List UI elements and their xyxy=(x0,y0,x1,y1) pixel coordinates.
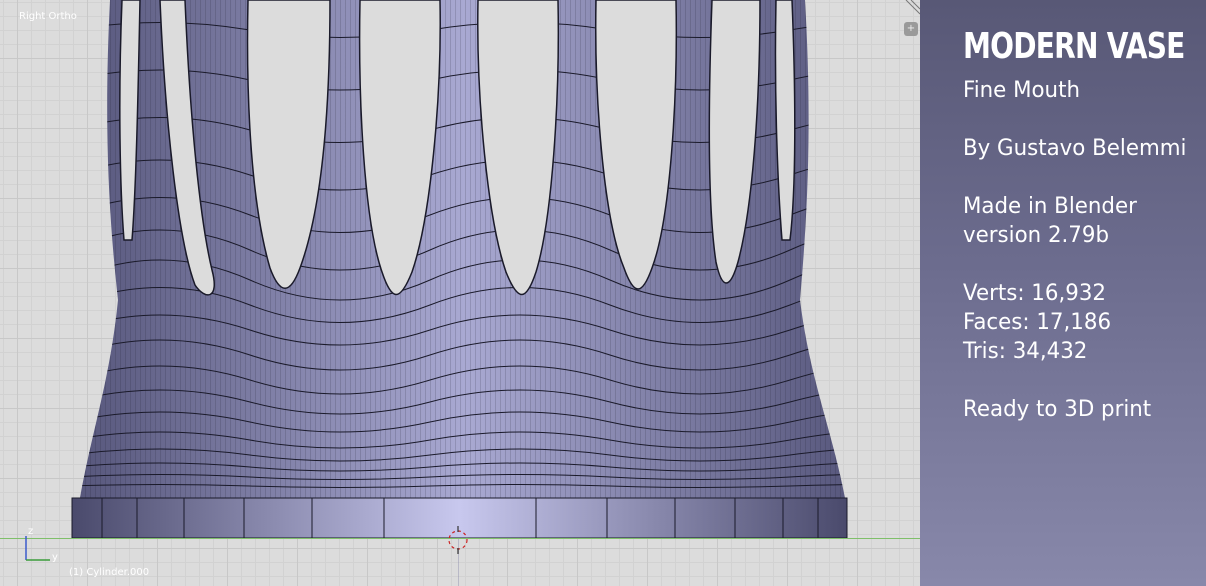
view-mode-label: Right Ortho xyxy=(19,11,77,22)
expand-icon[interactable]: + xyxy=(904,22,918,36)
version-text: version 2.79b xyxy=(963,223,1110,248)
gizmo-z-label: z xyxy=(28,526,33,537)
made-in-text: Made in Blender xyxy=(963,194,1137,219)
info-panel: MODERN VASE Fine Mouth By Gustavo Belemm… xyxy=(920,0,1206,586)
faces-count: Faces: 17,186 xyxy=(963,310,1112,335)
region-corner-handle xyxy=(905,0,920,15)
author-credit: By Gustavo Belemmi xyxy=(963,136,1187,161)
axis-gizmo-icon: z y xyxy=(25,526,58,563)
vase-base xyxy=(71,497,848,539)
verts-count: Verts: 16,932 xyxy=(963,281,1106,306)
vase-subtitle: Fine Mouth xyxy=(963,78,1080,103)
active-object-label: (1) Cylinder.000 xyxy=(69,567,150,578)
gizmo-y-label: y xyxy=(52,552,58,563)
ground-axis-line xyxy=(0,538,920,539)
print-ready-note: Ready to 3D print xyxy=(963,397,1152,422)
3d-viewport[interactable]: Right Ortho (1) Cylinder.000 + z y xyxy=(0,0,920,586)
vase-mesh[interactable] xyxy=(0,0,920,586)
vase-title: MODERN VASE xyxy=(963,26,1185,67)
tris-count: Tris: 34,432 xyxy=(963,339,1088,364)
